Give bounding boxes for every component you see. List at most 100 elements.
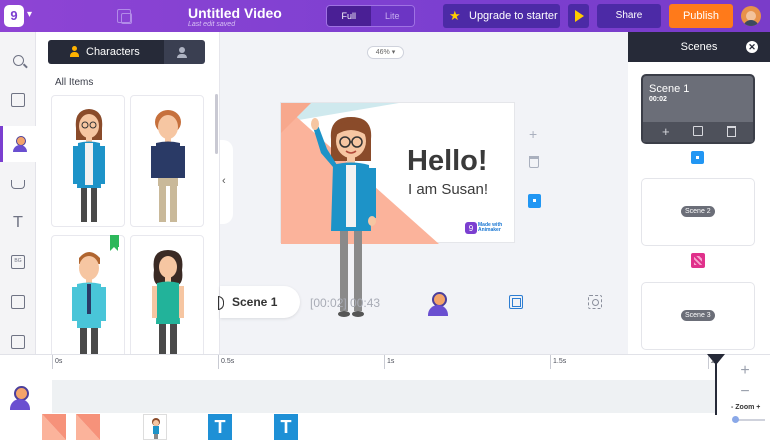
add-scene-icon[interactable]: + <box>662 124 670 139</box>
character-thumb-graphic <box>152 418 160 439</box>
character-man-tie <box>72 252 106 354</box>
upgrade-label: Upgrade to starter <box>469 10 558 22</box>
bg-thumbnail[interactable] <box>42 414 66 440</box>
rail-backgrounds[interactable]: BG <box>0 244 36 280</box>
bookmark-icon[interactable] <box>110 235 119 251</box>
upgrade-button[interactable]: ★ Upgrade to starter <box>443 4 560 28</box>
rail-text[interactable]: T <box>0 204 36 240</box>
character-card[interactable] <box>130 95 204 227</box>
scene-stage[interactable]: Hello! I am Susan! 9 Made with Animaker <box>280 102 515 317</box>
save-status: Last edit saved <box>188 21 236 28</box>
chevron-left-icon: ‹ <box>222 175 226 187</box>
section-heading: All Items <box>55 77 94 88</box>
character-card[interactable] <box>51 235 125 354</box>
scene-thumbnail-3[interactable]: Scene 3 <box>641 282 755 350</box>
background-icon: BG <box>11 255 25 269</box>
duplicate-scene-icon[interactable] <box>693 126 703 136</box>
timeline: 0s 0.5s 1s 1.5s 2s + − - Zoom + T T <box>0 354 770 440</box>
preview-play-button[interactable] <box>568 4 589 28</box>
scene-1-name: Scene 1 <box>649 83 690 95</box>
mode-full-button[interactable]: Full <box>327 6 371 26</box>
scene-actions-bar: + <box>643 122 753 142</box>
rail-images[interactable] <box>0 284 36 320</box>
character-susan[interactable] <box>309 113 389 323</box>
mode-lite-button[interactable]: Lite <box>370 6 414 26</box>
headline-text[interactable]: Hello! <box>407 145 488 178</box>
zoom-out-button[interactable]: − <box>737 384 753 401</box>
ruler-tick: 1.5s <box>550 355 566 369</box>
rail-search[interactable] <box>0 42 36 78</box>
text-thumbnail[interactable]: T <box>274 414 298 440</box>
zoom-label: - Zoom + <box>731 404 761 411</box>
delete-scene-icon[interactable] <box>727 126 736 137</box>
transition-effect-icon[interactable] <box>691 253 705 268</box>
scene-thumbnail-1[interactable]: Scene 1 00:02 + <box>641 74 755 144</box>
library-tabs: Characters <box>48 40 205 64</box>
character-thumbnail[interactable] <box>143 414 167 440</box>
playhead[interactable] <box>707 354 725 415</box>
character-layer-icon[interactable] <box>428 292 448 316</box>
subline-text[interactable]: I am Susan! <box>408 181 488 198</box>
text-thumbnail[interactable]: T <box>208 414 232 440</box>
publish-button[interactable]: Publish <box>669 4 733 28</box>
library-scrollbar[interactable] <box>215 94 218 154</box>
bg-thumbnail[interactable] <box>76 414 100 440</box>
share-button[interactable]: Share <box>597 4 661 28</box>
ruler-tick: 1s <box>384 355 394 369</box>
track-character-icon[interactable] <box>10 386 30 410</box>
tab-characters-label: Characters <box>86 46 140 58</box>
transition-icon[interactable] <box>691 151 704 164</box>
app-logo[interactable]: 9 <box>4 5 24 27</box>
video-icon <box>11 335 25 349</box>
user-avatar[interactable] <box>741 6 761 26</box>
ruler-tick-label: 1s <box>387 358 395 365</box>
svg-text:9: 9 <box>469 224 474 233</box>
template-icon <box>11 93 25 107</box>
text-icon: T <box>13 213 23 231</box>
scenes-panel-header: Scenes ✕ <box>628 32 770 62</box>
zoom-label-text: Zoom <box>735 404 755 411</box>
transition-icon[interactable] <box>528 194 541 208</box>
asset-library: Characters All Items <box>36 32 220 354</box>
current-scene-pill[interactable]: Scene 1 <box>218 286 300 318</box>
scene-timecode: [00:02] 00:43 <box>310 296 381 310</box>
film-icon[interactable] <box>509 295 523 309</box>
scene-2-name: Scene 2 <box>681 206 715 217</box>
duplicate-icon[interactable] <box>117 9 132 24</box>
watermark: 9 Made with Animaker <box>465 221 510 236</box>
current-scene-name: Scene 1 <box>232 295 278 309</box>
character-woman-glasses <box>73 109 105 222</box>
add-icon[interactable]: + <box>529 126 537 142</box>
star-icon: ★ <box>449 8 461 23</box>
character-card[interactable] <box>130 235 204 354</box>
watermark-text: Made with Animaker <box>478 222 503 233</box>
canvas-zoom-select[interactable]: 46% ▾ <box>367 46 404 59</box>
rail-props[interactable] <box>0 164 36 200</box>
background-thumb-graphic <box>76 414 100 440</box>
chevron-down-icon[interactable]: ▾ <box>27 9 32 20</box>
canvas-zoom-value: 46% <box>375 49 390 56</box>
search-icon <box>12 54 24 66</box>
play-icon <box>575 10 584 22</box>
ruler-tick-label: 0s <box>55 358 63 365</box>
tab-characters[interactable]: Characters <box>48 40 164 64</box>
character-icon <box>12 136 27 152</box>
scene-3-name: Scene 3 <box>681 310 715 321</box>
tab-create-character[interactable] <box>164 40 205 64</box>
zoom-in-button[interactable]: + <box>737 363 753 379</box>
collapse-library-button[interactable]: ‹ <box>220 140 233 224</box>
character-woman-dark <box>152 250 184 354</box>
fit-screen-icon[interactable] <box>588 295 602 309</box>
trash-icon[interactable] <box>529 156 539 168</box>
rail-characters[interactable] <box>0 126 36 162</box>
rail-templates[interactable] <box>0 82 36 118</box>
top-bar: 9 ▾ Untitled Video Last edit saved Full … <box>0 0 770 32</box>
scene-1-duration: 00:02 <box>649 96 667 103</box>
scene-thumbnail-2[interactable]: Scene 2 <box>641 178 755 246</box>
character-track[interactable] <box>52 380 716 413</box>
character-card[interactable] <box>51 95 125 227</box>
project-title[interactable]: Untitled Video <box>188 5 282 21</box>
timeline-ruler[interactable]: 0s 0.5s 1s 1.5s 2s <box>52 355 718 369</box>
zoom-slider[interactable] <box>732 416 765 423</box>
close-icon[interactable]: ✕ <box>746 41 758 53</box>
